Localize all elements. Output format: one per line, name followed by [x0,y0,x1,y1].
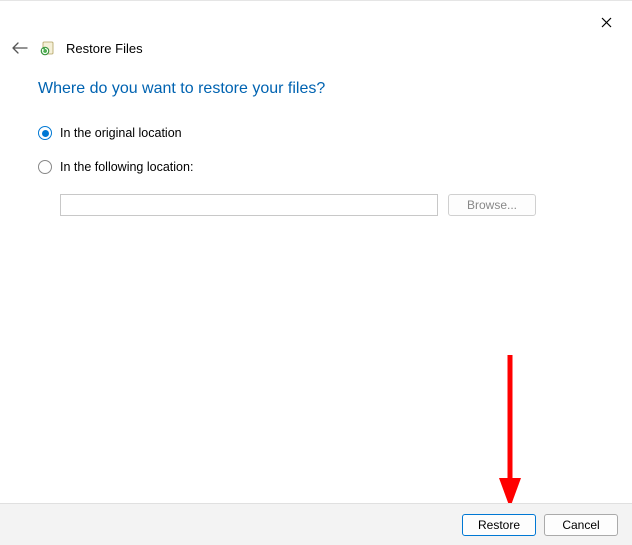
radio-following[interactable] [38,160,52,174]
option-following-label: In the following location: [60,160,193,174]
top-divider [0,0,632,1]
main-content: Where do you want to restore your files?… [38,80,594,216]
close-icon [601,17,612,28]
cancel-button[interactable]: Cancel [544,514,618,536]
location-row: Browse... [60,194,594,216]
restore-files-icon [38,38,58,58]
annotation-arrow-icon [495,350,525,510]
cancel-button-label: Cancel [562,518,599,532]
option-original-label: In the original location [60,126,182,140]
option-following-location[interactable]: In the following location: [38,160,594,174]
dialog-footer: Restore Cancel [0,503,632,545]
option-original-location[interactable]: In the original location [38,126,594,140]
location-path-input[interactable] [60,194,438,216]
browse-button[interactable]: Browse... [448,194,536,216]
back-button[interactable] [10,38,30,58]
close-button[interactable] [594,10,618,34]
restore-button-label: Restore [478,518,520,532]
page-heading: Where do you want to restore your files? [38,80,594,98]
restore-button[interactable]: Restore [462,514,536,536]
window-title: Restore Files [66,41,143,56]
radio-original[interactable] [38,126,52,140]
back-arrow-icon [12,42,28,54]
wizard-header: Restore Files [10,38,143,58]
browse-button-label: Browse... [467,198,517,212]
